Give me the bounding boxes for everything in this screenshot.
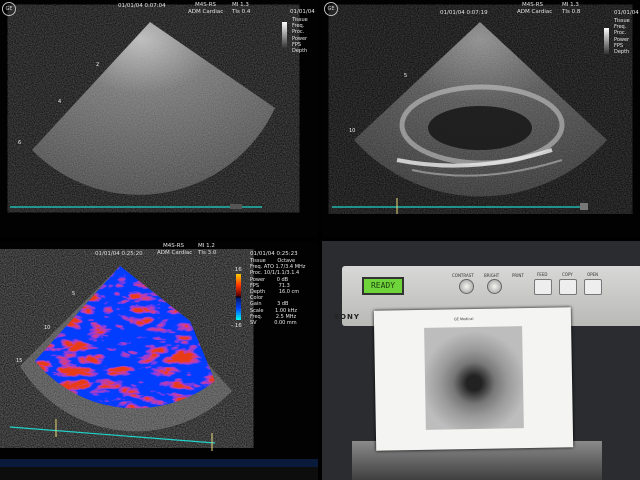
param-label: Depth [292, 48, 308, 55]
param-label: Power [292, 35, 308, 42]
depth-mark: 15 [16, 358, 23, 364]
bright-knob[interactable] [487, 279, 502, 294]
velocity-scale-top: .16 [233, 267, 242, 273]
ultrasound-panel-grayscale-2: GE 01/01/04 0:07:19 M4S-RS ADM Cardiac M… [322, 0, 640, 237]
depth-mark: 5 [72, 291, 76, 297]
param-label: Depth [614, 49, 630, 56]
sony-logo: SONY [334, 313, 360, 321]
ultrasound-panel-grayscale-1: GE 01/01/04 0:07:04 M4S-RS ADM Cardiac M… [0, 0, 318, 237]
param-list: Tissue Octave Freq. ATO 1.7/3.4 MHz Proc… [250, 258, 305, 326]
grayscale-bar [282, 22, 287, 48]
depth-mark: 6 [18, 140, 22, 146]
velocity-color-bar [236, 274, 241, 320]
grayscale-bar [604, 28, 609, 54]
open-label: OPEN [587, 272, 599, 277]
print-label: PRINT [512, 273, 524, 278]
sector-image-1 [10, 22, 275, 209]
sector-image-2 [332, 22, 607, 214]
depth-mark: 10 [44, 325, 51, 331]
param-row: SV 0.00 mm [250, 320, 297, 327]
copy-button[interactable] [559, 279, 577, 295]
thermal-printer-photo: READY CONTRAST BRIGHT PRINT FEED COPY OP… [322, 241, 640, 480]
contrast-knob[interactable] [459, 279, 474, 294]
knob-label: BRIGHT [484, 273, 500, 278]
printer-lcd: READY [362, 277, 404, 295]
depth-mark: 2 [96, 62, 100, 68]
velocity-scale-bottom: -.16 [231, 323, 242, 329]
depth-mark: 10 [349, 128, 356, 134]
ultrasound-collage: GE 01/01/04 0:07:04 M4S-RS ADM Cardiac M… [0, 0, 640, 480]
printed-ultrasound-paper: GE Medical [373, 307, 574, 451]
feed-button[interactable] [534, 279, 552, 295]
param-list: Tissue Freq. Proc. Power FPS Depth [292, 17, 308, 54]
feed-label: FEED [537, 272, 548, 277]
print-header: GE Medical [453, 316, 474, 322]
knob-label: CONTRAST [452, 273, 474, 278]
depth-mark: 4 [58, 99, 62, 105]
depth-mark: 5 [404, 73, 408, 79]
param-label: Power [614, 36, 630, 43]
param-list: Tissue Freq. Proc. Power FPS Depth [614, 18, 630, 55]
copy-label: COPY [562, 272, 573, 277]
printed-ultrasound-image [424, 326, 524, 430]
ultrasound-panel-color-doppler: 01/01/04 0:25:20 M4S-RS ADM Cardiac MI 1… [0, 241, 318, 480]
open-button[interactable] [584, 279, 602, 295]
